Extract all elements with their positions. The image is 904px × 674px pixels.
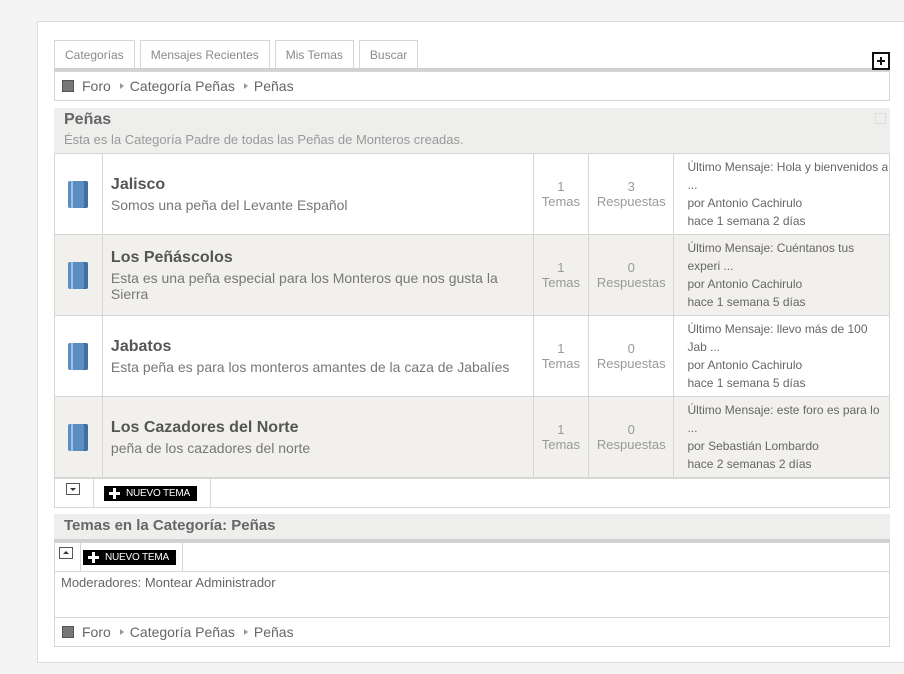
breadcrumb-arrow-icon (119, 629, 124, 635)
tab-mensajes-recientes[interactable]: Mensajes Recientes (139, 40, 270, 68)
moderators-info: Moderadores: Montear Administrador (54, 571, 890, 618)
last-message-author[interactable]: por Antonio Cachirulo (687, 194, 889, 212)
breadcrumb-link-categoria[interactable]: Categoría Peñas (130, 78, 235, 94)
topics-count: 1 (557, 422, 565, 437)
forum-book-icon (68, 342, 89, 370)
collapse-down-icon[interactable] (66, 483, 80, 495)
last-message-author[interactable]: por Antonio Cachirulo (687, 275, 889, 293)
tab-mis-temas[interactable]: Mis Temas (274, 40, 354, 68)
replies-label: Respuestas (596, 437, 666, 452)
last-message-time: hace 2 semanas 2 días (687, 457, 812, 471)
breadcrumb-top: Foro Categoría Peñas Peñas (54, 71, 890, 101)
forum-home-icon (62, 80, 74, 92)
category-title: Peñas (64, 111, 112, 128)
new-topic-label: NUEVO TEMA (105, 552, 169, 563)
topics-count: 1 (557, 260, 565, 275)
topics-count: 1 (557, 179, 565, 194)
last-message-link[interactable]: Último Mensaje: este foro es para lo ... (687, 401, 889, 437)
collapse-category-icon[interactable] (875, 113, 886, 124)
breadcrumb-arrow-icon (119, 83, 124, 89)
new-topic-button[interactable]: NUEVO TEMA (104, 486, 197, 501)
forum-description: peña de los cazadores del norte (110, 439, 311, 456)
new-topic-button[interactable]: NUEVO TEMA (83, 550, 176, 565)
forum-name-link[interactable]: Los Peñáscolos (111, 249, 533, 267)
last-message-time: hace 1 semana 5 días (687, 376, 806, 390)
replies-label: Respuestas (596, 194, 666, 209)
forum-name-link[interactable]: Jabatos (111, 338, 533, 356)
replies-count: 3 (627, 179, 635, 194)
replies-count: 0 (627, 260, 635, 275)
forum-description: Esta es una peña especial para los Monte… (110, 269, 498, 302)
moderators-text: Moderadores: Montear Administrador (61, 575, 276, 590)
forum-name-link[interactable]: Jalisco (111, 176, 533, 194)
forum-description: Esta peña es para los monteros amantes d… (110, 358, 510, 375)
topics-section-title: Temas en la Categoría: Peñas (54, 514, 890, 540)
forum-row: Jalisco Somos una peña del Levante Españ… (54, 153, 890, 235)
forum-name-link[interactable]: Los Cazadores del Norte (111, 419, 533, 437)
breadcrumb-arrow-icon (243, 83, 248, 89)
forum-book-icon (68, 423, 89, 451)
last-message-author[interactable]: por Antonio Cachirulo (687, 356, 889, 374)
forum-book-icon (68, 180, 89, 208)
tab-buscar[interactable]: Buscar (358, 40, 419, 68)
breadcrumb-link-foro[interactable]: Foro (82, 78, 111, 94)
forum-container: Categorías Mensajes Recientes Mis Temas … (37, 21, 904, 663)
topics-label: Temas (541, 275, 581, 290)
new-topic-label: NUEVO TEMA (126, 488, 190, 499)
collapse-up-icon[interactable] (59, 547, 73, 559)
last-message-time: hace 1 semana 2 días (687, 214, 806, 228)
forum-book-icon (68, 261, 89, 289)
breadcrumb-link-penas[interactable]: Peñas (254, 78, 294, 94)
breadcrumb-bottom: Foro Categoría Peñas Peñas (54, 617, 890, 647)
topics-actions-bar: NUEVO TEMA (54, 542, 890, 572)
breadcrumb-link-penas[interactable]: Peñas (254, 624, 294, 640)
last-message-author[interactable]: por Sebastián Lombardo (687, 437, 889, 455)
tab-bar: Categorías Mensajes Recientes Mis Temas … (54, 40, 419, 68)
forum-actions-bar: NUEVO TEMA (54, 478, 890, 508)
topics-label: Temas (541, 437, 581, 452)
forum-row: Los Cazadores del Norte peña de los caza… (54, 396, 890, 478)
replies-count: 0 (627, 341, 635, 356)
last-message-link[interactable]: Último Mensaje: Hola y bienvenidos a ... (687, 158, 889, 194)
plus-icon (88, 552, 99, 563)
replies-count: 0 (627, 422, 635, 437)
category-description: Ésta es la Categoría Padre de todas las … (64, 132, 464, 147)
last-message-link[interactable]: Último Mensaje: llevo más de 100 Jab ... (687, 320, 889, 356)
tab-categorias[interactable]: Categorías (54, 40, 135, 68)
expand-all-icon[interactable] (872, 52, 890, 70)
breadcrumb-link-categoria[interactable]: Categoría Peñas (130, 624, 235, 640)
forum-description: Somos una peña del Levante Español (110, 196, 348, 213)
category-header: Peñas Ésta es la Categoría Padre de toda… (54, 108, 890, 153)
forum-home-icon (62, 626, 74, 638)
topics-label: Temas (541, 194, 581, 209)
breadcrumb-link-foro[interactable]: Foro (82, 624, 111, 640)
breadcrumb-arrow-icon (243, 629, 248, 635)
topics-label: Temas (541, 356, 581, 371)
forum-list: Jalisco Somos una peña del Levante Españ… (54, 153, 890, 478)
replies-label: Respuestas (596, 356, 666, 371)
topics-count: 1 (557, 341, 565, 356)
last-message-time: hace 1 semana 5 días (687, 295, 806, 309)
plus-icon (109, 488, 120, 499)
replies-label: Respuestas (596, 275, 666, 290)
forum-row: Los Peñáscolos Esta es una peña especial… (54, 234, 890, 316)
forum-row: Jabatos Esta peña es para los monteros a… (54, 315, 890, 397)
last-message-link[interactable]: Último Mensaje: Cuéntanos tus experi ... (687, 239, 889, 275)
